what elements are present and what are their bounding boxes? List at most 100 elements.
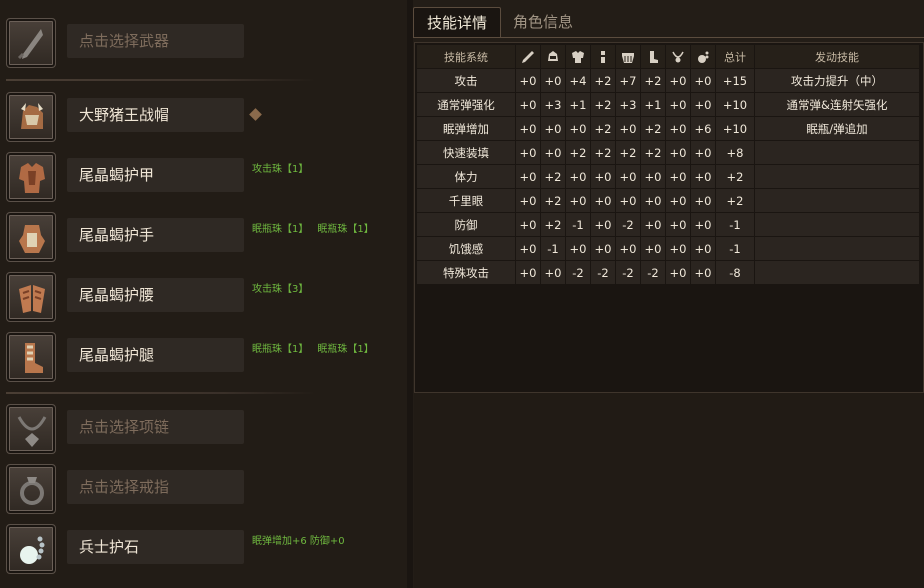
skill-value-cell: +0 <box>591 165 615 188</box>
activated-skill-cell <box>755 141 919 164</box>
tab-skill-details[interactable]: 技能详情 <box>413 7 501 38</box>
skill-table-panel: 技能系统 总计 发动技能 攻击 +0 +0 +4 +2 +7 +2 +0 +0 +15 攻击力提升（… <box>414 42 924 393</box>
skill-name-cell: 眠弹增加 <box>417 117 515 140</box>
necklace-slot[interactable]: 点击选择项链 <box>0 404 407 464</box>
skill-value-cell: +0 <box>691 213 715 236</box>
skill-value-cell: +0 <box>616 165 640 188</box>
skill-value-cell: +7 <box>616 69 640 92</box>
skill-value-cell: +0 <box>641 165 665 188</box>
talisman-icon[interactable] <box>6 524 56 574</box>
chest-armor-icon[interactable] <box>6 152 56 202</box>
activated-skill-cell: 眠瓶/弹追加 <box>755 117 919 140</box>
skill-row: 眠弹增加 +0 +0 +0 +2 +0 +2 +0 +6 +10 眠瓶/弹追加 <box>417 117 919 140</box>
skill-value-cell: +1 <box>641 93 665 116</box>
skill-value-cell: +2 <box>616 141 640 164</box>
talisman-skills: 眠弹增加+6 防御+0 <box>252 532 354 547</box>
skill-value-cell: +3 <box>541 93 565 116</box>
skill-value-cell: -1 <box>541 237 565 260</box>
skill-value-cell: +0 <box>666 237 690 260</box>
tab-character-info[interactable]: 角色信息 <box>503 7 583 37</box>
header-total: 总计 <box>716 45 754 68</box>
skill-value-cell: +0 <box>541 261 565 284</box>
necklace-slot-label[interactable]: 点击选择项链 <box>67 410 244 444</box>
skill-value-cell: +2 <box>591 141 615 164</box>
skill-value-cell: +0 <box>691 261 715 284</box>
skill-total-cell: +2 <box>716 189 754 212</box>
necklace-icon <box>691 45 715 68</box>
skill-name-cell: 快速装填 <box>417 141 515 164</box>
skill-value-cell: +6 <box>691 117 715 140</box>
gauntlet-icon[interactable] <box>6 212 56 262</box>
jewel-label: 攻击珠【1】 <box>252 164 309 175</box>
arms-slot-label[interactable]: 尾晶蝎护手 <box>67 218 244 252</box>
legs-slot-label[interactable]: 尾晶蝎护腿 <box>67 338 244 372</box>
skill-value-cell: +0 <box>591 189 615 212</box>
skill-total-cell: +15 <box>716 69 754 92</box>
skill-value-cell: +0 <box>516 213 540 236</box>
leg-armor-icon <box>641 45 665 68</box>
skill-value-cell: +0 <box>641 213 665 236</box>
skill-name-cell: 饥饿感 <box>417 237 515 260</box>
weapon-slot-label[interactable]: 点击选择武器 <box>67 24 244 58</box>
skill-table-header: 技能系统 总计 发动技能 <box>417 45 919 68</box>
activated-skill-cell <box>755 165 919 188</box>
activated-skill-cell <box>755 213 919 236</box>
jewel-label: 眠瓶珠【1】 <box>252 344 309 355</box>
helm-icon[interactable] <box>6 92 56 142</box>
legs-slot[interactable]: 尾晶蝎护腿 眠瓶珠【1】 眠瓶珠【1】 <box>0 332 407 392</box>
jewel-list: 攻击珠【1】 <box>252 160 317 175</box>
skill-value-cell: +0 <box>541 69 565 92</box>
skill-value-cell: +0 <box>516 237 540 260</box>
waist-armor-icon[interactable] <box>6 272 56 322</box>
skill-value-cell: +0 <box>566 237 590 260</box>
skill-value-cell: +0 <box>666 213 690 236</box>
waist-slot-label[interactable]: 尾晶蝎护腰 <box>67 278 244 312</box>
helm-slot[interactable]: 大野猪王战帽 <box>0 92 407 152</box>
skill-value-cell: +0 <box>666 93 690 116</box>
skill-value-cell: +0 <box>516 69 540 92</box>
activated-skill-cell <box>755 237 919 260</box>
waist-slot[interactable]: 尾晶蝎护腰 攻击珠【3】 <box>0 272 407 332</box>
ring-slot[interactable]: 点击选择戒指 <box>0 464 407 524</box>
skill-value-cell: +2 <box>541 165 565 188</box>
activated-skill-cell: 攻击力提升（中） <box>755 69 919 92</box>
skill-value-cell: +0 <box>516 117 540 140</box>
chest-slot[interactable]: 尾晶蝎护甲 攻击珠【1】 <box>0 152 407 212</box>
gauntlet-icon <box>591 45 615 68</box>
skill-row: 体力 +0 +2 +0 +0 +0 +0 +0 +0 +2 <box>417 165 919 188</box>
talisman-slot[interactable]: 兵士护石 眠弹增加+6 防御+0 <box>0 524 407 584</box>
skill-row: 防御 +0 +2 -1 +0 -2 +0 +0 +0 -1 <box>417 213 919 236</box>
skill-value-cell: +0 <box>641 237 665 260</box>
weapon-slot[interactable]: 点击选择武器 <box>0 18 407 78</box>
skill-value-cell: +0 <box>566 117 590 140</box>
skill-value-cell: +0 <box>641 189 665 212</box>
skill-value-cell: +0 <box>566 165 590 188</box>
skill-total-cell: -1 <box>716 213 754 236</box>
skill-value-cell: +0 <box>666 165 690 188</box>
header-skill-system: 技能系统 <box>417 45 515 68</box>
ring-slot-label[interactable]: 点击选择戒指 <box>67 470 244 504</box>
ring-icon[interactable] <box>6 464 56 514</box>
skill-value-cell: +0 <box>541 117 565 140</box>
jewel-label: 眠瓶珠【1】 <box>317 344 374 355</box>
leg-armor-icon[interactable] <box>6 332 56 382</box>
jewel-label: 眠瓶珠【1】 <box>252 224 309 235</box>
skill-row: 特殊攻击 +0 +0 -2 -2 -2 -2 +0 +0 -8 <box>417 261 919 284</box>
skill-value-cell: +0 <box>666 261 690 284</box>
helm-slot-label[interactable]: 大野猪王战帽 <box>67 98 244 132</box>
skill-value-cell: +2 <box>641 117 665 140</box>
skill-value-cell: +0 <box>516 189 540 212</box>
skill-value-cell: -1 <box>566 213 590 236</box>
necklace-icon[interactable] <box>6 404 56 454</box>
skill-name-cell: 千里眼 <box>417 189 515 212</box>
weapon-icon[interactable] <box>6 18 56 68</box>
skill-value-cell: +0 <box>516 165 540 188</box>
skill-total-cell: -1 <box>716 237 754 260</box>
arms-slot[interactable]: 尾晶蝎护手 眠瓶珠【1】 眠瓶珠【1】 <box>0 212 407 272</box>
skill-name-cell: 体力 <box>417 165 515 188</box>
talisman-slot-label[interactable]: 兵士护石 <box>67 530 244 564</box>
skill-value-cell: +2 <box>591 117 615 140</box>
chest-slot-label[interactable]: 尾晶蝎护甲 <box>67 158 244 192</box>
skill-row: 攻击 +0 +0 +4 +2 +7 +2 +0 +0 +15 攻击力提升（中） <box>417 69 919 92</box>
skill-name-cell: 通常弹强化 <box>417 93 515 116</box>
